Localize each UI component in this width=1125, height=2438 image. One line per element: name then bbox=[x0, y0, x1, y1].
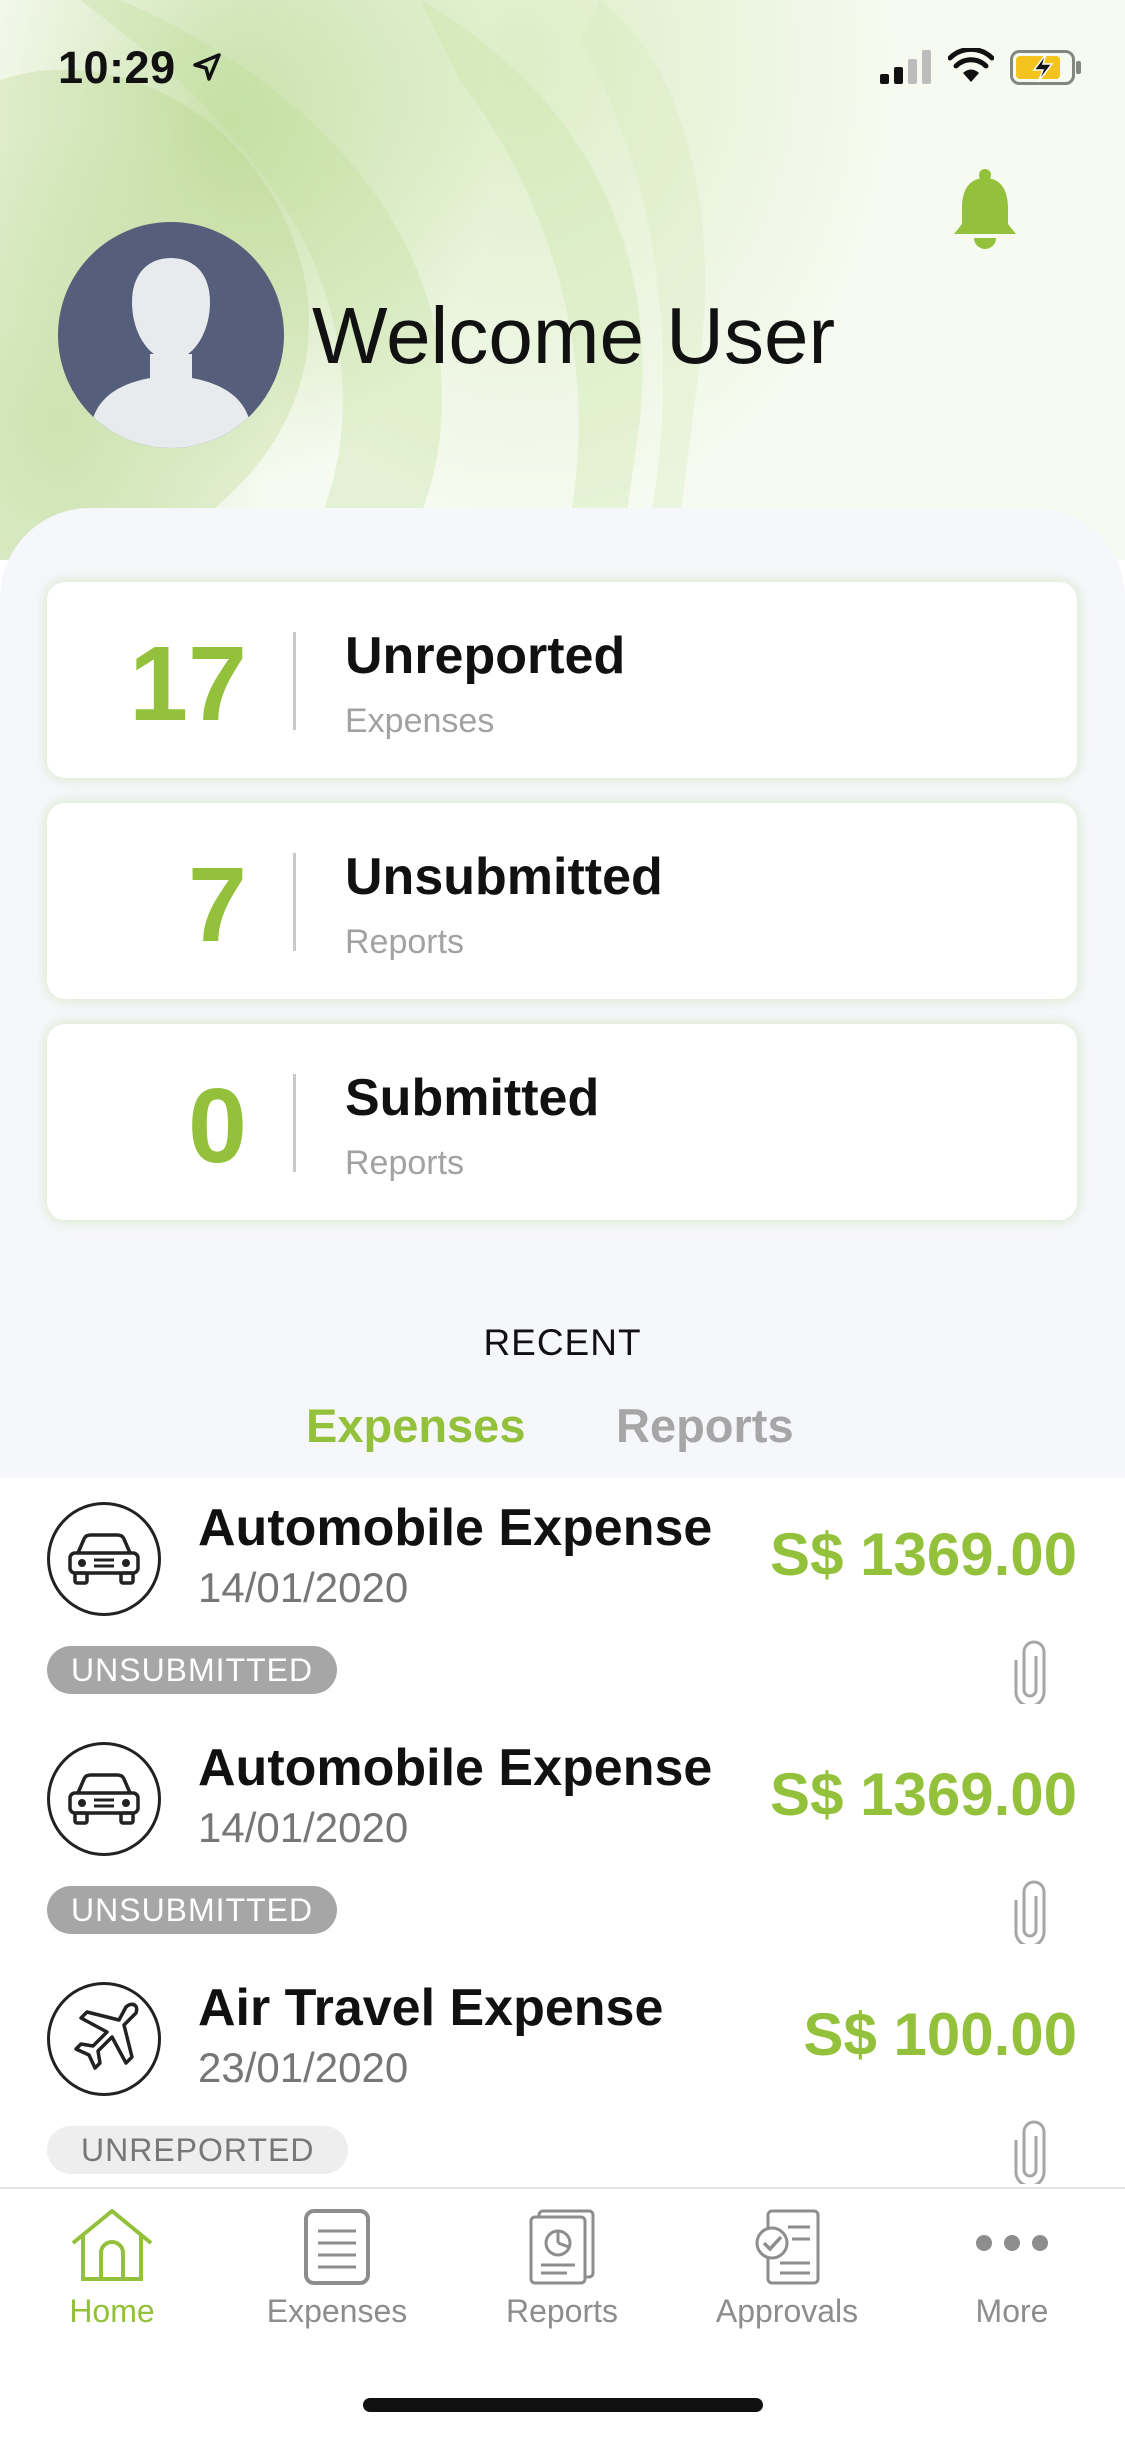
wifi-icon bbox=[948, 48, 994, 82]
recent-heading: RECENT bbox=[483, 1322, 642, 1363]
tab-label: Home bbox=[69, 2293, 155, 2329]
card-divider bbox=[293, 1074, 296, 1172]
tab-reports[interactable]: Reports bbox=[616, 1398, 794, 1453]
unsubmitted-reports-card[interactable]: 7 Unsubmitted Reports bbox=[47, 803, 1077, 999]
location-arrow-icon bbox=[193, 53, 221, 81]
card-count: 7 bbox=[188, 846, 247, 964]
user-silhouette-icon bbox=[92, 258, 250, 448]
expense-list-item[interactable]: Automobile Expense 14/01/2020 S$ 1369.00… bbox=[0, 1478, 1125, 1718]
airplane-icon bbox=[74, 2002, 139, 2070]
expense-amount: S$ 100.00 bbox=[803, 2001, 1077, 2068]
more-icon bbox=[976, 2235, 1048, 2251]
home-icon bbox=[71, 2209, 153, 2281]
car-icon bbox=[68, 1533, 140, 1585]
status-time: 10:29 bbox=[58, 42, 176, 93]
paperclip-icon bbox=[1014, 1880, 1046, 1944]
card-subtitle: Reports bbox=[345, 1144, 465, 1182]
unreported-expenses-card[interactable]: 17 Unreported Expenses bbox=[47, 582, 1077, 778]
card-divider bbox=[293, 632, 296, 730]
status-badge: UNSUBMITTED bbox=[47, 1646, 338, 1694]
card-count: 17 bbox=[129, 625, 247, 743]
car-icon-circle bbox=[47, 1502, 161, 1616]
expense-list-item[interactable]: Air Travel Expense 23/01/2020 S$ 100.00 … bbox=[0, 1958, 1125, 2198]
car-icon bbox=[68, 1773, 140, 1825]
tab-label: More bbox=[975, 2293, 1049, 2329]
tab-more-nav[interactable]: More bbox=[912, 2189, 1112, 2369]
avatar[interactable] bbox=[58, 222, 284, 448]
welcome-heading: Welcome User bbox=[312, 291, 836, 380]
status-badge: UNREPORTED bbox=[47, 2126, 349, 2174]
card-title: Unsubmitted bbox=[345, 848, 663, 906]
approvals-icon bbox=[755, 2209, 820, 2285]
expenses-icon bbox=[304, 2209, 370, 2285]
card-title: Submitted bbox=[345, 1069, 600, 1127]
expense-amount: S$ 1369.00 bbox=[770, 1761, 1077, 1828]
car-icon-circle bbox=[47, 1742, 161, 1856]
status-badge: UNSUBMITTED bbox=[47, 1886, 338, 1934]
tab-approvals-nav[interactable]: Approvals bbox=[687, 2189, 887, 2369]
expense-title: Automobile Expense bbox=[198, 1499, 713, 1557]
tab-label: Reports bbox=[505, 2293, 619, 2329]
tab-expenses[interactable]: Expenses bbox=[306, 1398, 525, 1453]
airplane-icon-circle bbox=[47, 1982, 161, 2096]
card-title: Unreported bbox=[345, 627, 626, 685]
expense-title: Automobile Expense bbox=[198, 1739, 713, 1797]
expense-title: Air Travel Expense bbox=[198, 1979, 664, 2037]
paperclip-icon bbox=[1014, 2120, 1046, 2184]
card-count: 0 bbox=[188, 1067, 247, 1185]
expense-date: 14/01/2020 bbox=[198, 1564, 409, 1611]
tab-expenses-nav[interactable]: Expenses bbox=[237, 2189, 437, 2369]
reports-icon bbox=[529, 2209, 595, 2285]
expense-list-item[interactable]: Automobile Expense 14/01/2020 S$ 1369.00… bbox=[0, 1718, 1125, 1958]
submitted-reports-card[interactable]: 0 Submitted Reports bbox=[47, 1024, 1077, 1220]
card-subtitle: Reports bbox=[345, 923, 465, 961]
notification-bell-icon[interactable] bbox=[950, 168, 1020, 250]
expense-amount: S$ 1369.00 bbox=[770, 1521, 1077, 1588]
cellular-signal-icon bbox=[880, 50, 931, 84]
card-divider bbox=[293, 853, 296, 951]
tab-reports-nav[interactable]: Reports bbox=[462, 2189, 662, 2369]
tab-home[interactable]: Home bbox=[12, 2189, 212, 2369]
tab-label: Approvals bbox=[715, 2293, 859, 2329]
expense-date: 23/01/2020 bbox=[198, 2044, 409, 2091]
home-indicator[interactable] bbox=[363, 2398, 763, 2412]
tab-label: Expenses bbox=[266, 2293, 408, 2329]
battery-charging-icon bbox=[1010, 50, 1081, 85]
paperclip-icon bbox=[1014, 1640, 1046, 1704]
card-subtitle: Expenses bbox=[345, 702, 495, 740]
expense-date: 14/01/2020 bbox=[198, 1804, 409, 1851]
